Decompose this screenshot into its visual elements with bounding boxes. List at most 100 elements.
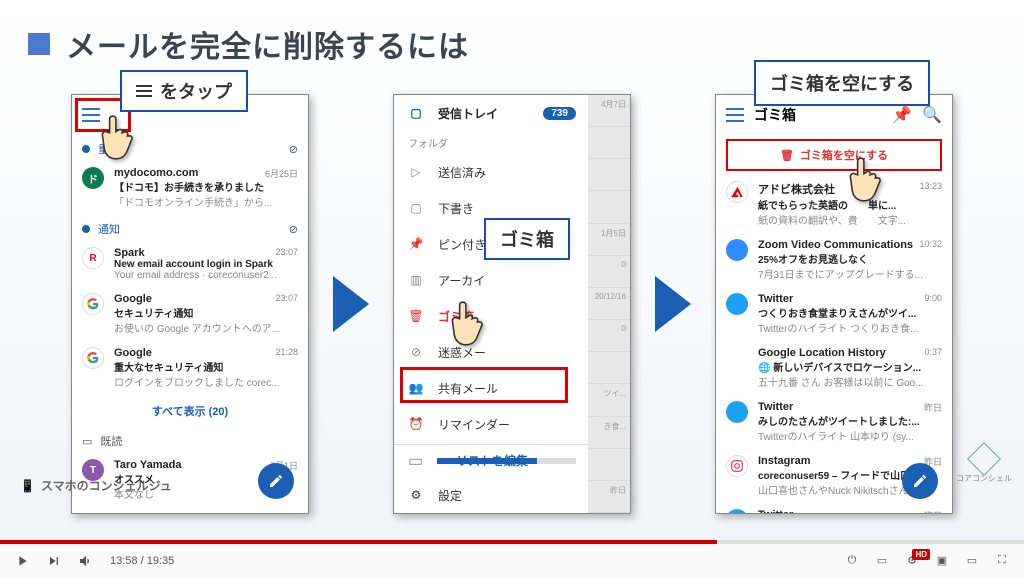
mail-item[interactable]: Google 重大なセキュリティ通知 ログインをブロックしました corec..… [72, 341, 308, 395]
mail-preview: 「ドコモオンライン手続き」から... [114, 194, 298, 209]
volume-button[interactable] [78, 553, 94, 569]
mail-item[interactable]: Twitter みしのたさんがツイートしました:... Twitterのハイライ… [716, 395, 952, 449]
drawer-label: 設定 [438, 487, 462, 504]
section-label: 通知 [98, 221, 120, 237]
inbox-icon: ▢ [408, 105, 424, 121]
mail-item[interactable]: Google Location History 🌐 新しいデバイスでロケーション… [716, 341, 952, 395]
mail-item[interactable]: Twitter 有賀 薫さんが「ジェーン・スー 生... 「いま」を見つけよう … [716, 503, 952, 514]
pencil-icon [912, 473, 928, 489]
drawer-label: アーカイ [438, 272, 485, 289]
show-all-link[interactable]: すべて表示 (20) [72, 395, 308, 427]
pencil-icon [268, 473, 284, 489]
dot-icon [82, 225, 90, 233]
section-notify: 通知 ⊘ [72, 215, 308, 241]
callout-text: をタップ [160, 78, 232, 104]
avatar [726, 239, 748, 261]
drawer-item-send[interactable]: ▷ 送信済み [394, 154, 590, 190]
slide-title-bar: メールを完全に削除するには [0, 0, 1024, 66]
fullscreen-button[interactable]: ⛶ [994, 553, 1010, 569]
drawer-inbox[interactable]: ▢ 受信トレイ 739 [394, 95, 590, 131]
drawer-label: 下書き [438, 200, 474, 217]
drawer-item-spam[interactable]: ⊘ 迷惑メー [394, 334, 590, 370]
reminder-icon: ⏰ [408, 416, 424, 432]
mail-subject: 🌐 新しいデバイスでロケーション... [758, 359, 942, 374]
miniplayer-button[interactable]: ▣ [934, 553, 950, 569]
phone-icon: 📱 [20, 479, 35, 493]
settings-button[interactable]: ⚙HD [904, 553, 920, 569]
brand-text: スマホのコンシェルジュ [41, 477, 172, 494]
mail-subject: 25%オフをお見逃しなく [758, 251, 942, 266]
mail-item[interactable]: アドビ株式会社 紙でもらった英語の 単に... 紙の資料の翻訳や、貴 文字...… [716, 175, 952, 233]
folder-section-label: フォルダ [394, 131, 590, 154]
mail-time: 13:23 [919, 181, 942, 191]
title-bullet-icon [28, 33, 50, 55]
dot-icon [82, 145, 90, 153]
mail-time: 0:37 [924, 347, 942, 357]
drawer-label: 受信トレイ [438, 105, 498, 122]
callout-tap-menu: をタップ [120, 70, 248, 112]
mail-preview: ログインをブロックしました corec... [114, 374, 298, 389]
mail-item[interactable]: Google セキュリティ通知 お使いの Google アカウントへのア... … [72, 287, 308, 341]
hd-badge: HD [912, 549, 930, 560]
avatar [82, 347, 104, 369]
avatar [726, 401, 748, 423]
section-label: 既読 [100, 433, 122, 449]
watermark-logo-icon [967, 442, 1001, 476]
obscured-row: 1月5日 [588, 224, 630, 256]
obscured-row [588, 191, 630, 223]
tutorial-slide: メールを完全に削除するには をタップ ゴミ箱 ゴミ箱を空にする 重 ⊘ ド my… [0, 0, 1024, 540]
archive-icon: ▥ [408, 272, 424, 288]
play-button[interactable] [14, 553, 30, 569]
obscured-row [588, 159, 630, 191]
gear-icon: ⚙ [408, 487, 424, 503]
hamburger-icon [136, 85, 152, 97]
arrow-icon [333, 276, 369, 332]
mail-time: 23:07 [275, 293, 298, 303]
obscured-row: 0 [588, 320, 630, 352]
progress-bar[interactable] [0, 540, 1024, 544]
mail-subject: 【ドコモ】お手続きを承りました [114, 179, 298, 194]
mail-sender: Twitter [758, 509, 942, 514]
drawer-settings[interactable]: ⚙ 設定 [394, 477, 590, 513]
check-icon: ⊘ [289, 143, 298, 156]
mail-item[interactable]: R Spark New email account login in Spark… [72, 241, 308, 287]
obscured-row: ツイ... [588, 384, 630, 416]
compose-fab[interactable] [258, 463, 294, 499]
pin-icon: 📌 [408, 236, 424, 252]
callout-empty-trash: ゴミ箱を空にする [754, 60, 930, 106]
drawer-item-reminder[interactable]: ⏰ リマインダー [394, 406, 590, 442]
highlight-box [400, 367, 568, 403]
mail-item[interactable]: Twitter つくりおき食堂まりえさんがツイ... Twitterのハイライト… [716, 287, 952, 341]
mail-sender: Spark [114, 247, 298, 259]
menu-button[interactable] [726, 108, 744, 122]
mail-time: 7月1日 [270, 513, 298, 514]
next-button[interactable] [46, 553, 62, 569]
mail-subject: New email account login in Spark [114, 259, 298, 270]
mail-item[interactable]: Zoom Video Communications 25%オフをお見逃しなく 7… [716, 233, 952, 287]
mail-item[interactable]: ド mydocomo.com 【ドコモ】お手続きを承りました 「ドコモオンライン… [72, 161, 308, 215]
avatar [726, 455, 748, 477]
mail-item[interactable]: Google 7月1日 [72, 507, 308, 514]
mail-sender: Twitter [758, 401, 942, 413]
section-read: ▭ 既読 [72, 427, 308, 453]
time-display: 13:58 / 19:35 [110, 555, 174, 567]
search-icon[interactable]: 🔍 [922, 105, 942, 125]
drawer-label: 送信済み [438, 164, 486, 181]
drawer-item-archive[interactable]: ▥ アーカイ [394, 262, 590, 298]
storage-icon: ▭ [408, 451, 423, 471]
drawer-item-trash[interactable]: 🗑 ゴミ箱 [394, 298, 590, 334]
mail-time: 21:28 [275, 347, 298, 357]
captions-button[interactable]: ▭ [874, 553, 890, 569]
mail-sender: Twitter [758, 293, 942, 305]
theater-button[interactable]: ▭ [964, 553, 980, 569]
obscured-row [588, 449, 630, 481]
avatar [726, 509, 748, 514]
pin-icon[interactable]: 📌 [892, 105, 912, 125]
watermark: コアコンシェル [956, 447, 1012, 484]
autoplay-toggle[interactable]: ⏻ [844, 553, 860, 569]
empty-trash-button[interactable]: 🗑 ゴミ箱を空にする [726, 139, 942, 171]
mail-preview: お使いの Google アカウントへのア... [114, 320, 298, 335]
send-icon: ▷ [408, 164, 424, 180]
mail-preview: 五十九番 さん お客様は以前に Goo... [758, 374, 942, 389]
compose-fab[interactable] [902, 463, 938, 499]
